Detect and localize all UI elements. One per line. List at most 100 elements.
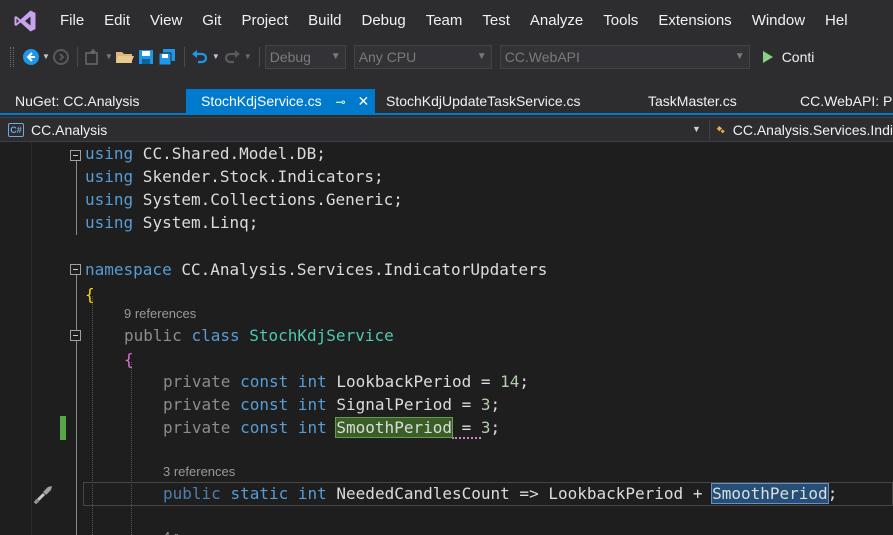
property-name: NeededCandlesCount	[336, 484, 510, 503]
brace: {	[85, 285, 95, 304]
visual-studio-logo-icon[interactable]	[0, 0, 50, 41]
change-tracking-bar	[60, 416, 66, 440]
tab-stochkdjupdatetaskservice[interactable]: StochKdjUpdateTaskService.cs	[371, 89, 581, 113]
menu-tools[interactable]: Tools	[593, 0, 648, 41]
menu-test[interactable]: Test	[472, 0, 520, 41]
redo-icon	[222, 45, 242, 69]
collapse-usings-icon[interactable]	[70, 150, 81, 161]
configuration-select[interactable]: Debug ▼	[264, 44, 346, 69]
menu-edit[interactable]: Edit	[94, 0, 140, 41]
type-name: CC.Analysis.Services.Indi	[732, 122, 893, 138]
operator: =>	[509, 484, 549, 503]
code-line-using: using CC.Shared.Model.DB;	[85, 142, 326, 165]
toolbar-separator	[183, 46, 185, 67]
keyword: namespace	[85, 260, 172, 279]
keyword: using	[85, 167, 134, 186]
code-line-brace: {	[85, 283, 95, 306]
keyword: static int	[230, 484, 337, 503]
codelens-references[interactable]: 4 r	[163, 528, 178, 535]
save-all-icon[interactable]	[157, 45, 177, 69]
chevron-down-icon[interactable]: ▼	[212, 45, 220, 69]
platform-select[interactable]: Any CPU ▼	[353, 44, 492, 69]
selected-identifier: SmoothPeriod	[711, 483, 829, 504]
code-line-class: public class StochKdjService	[124, 324, 394, 347]
tab-label: TaskMaster.cs	[648, 93, 737, 109]
keyword: using	[85, 213, 134, 232]
menu-build[interactable]: Build	[298, 0, 351, 41]
save-icon[interactable]	[137, 45, 155, 69]
screwdriver-quick-actions-icon[interactable]	[32, 482, 56, 506]
keyword: const int	[240, 418, 337, 437]
tab-stochkdjservice[interactable]: StochKdjService.cs ⊸ ✕	[186, 89, 376, 114]
close-icon[interactable]: ✕	[357, 89, 369, 113]
keyword: using	[85, 190, 134, 209]
code-line-field: private const int SmoothPeriod = 3;	[163, 416, 500, 439]
menu-debug[interactable]: Debug	[352, 0, 416, 41]
menu-team[interactable]: Team	[416, 0, 473, 41]
menu-view[interactable]: View	[140, 0, 192, 41]
codelens-class-references[interactable]: 9 references	[124, 305, 196, 323]
startup-project-value: CC.WebAPI	[504, 48, 580, 65]
menu-help[interactable]: Hel	[815, 0, 858, 41]
chevron-down-icon: ▼	[243, 52, 252, 61]
menu-git[interactable]: Git	[192, 0, 231, 41]
outline-line	[76, 275, 77, 330]
code-editor[interactable]: using CC.Shared.Model.DB; using Skender.…	[0, 142, 893, 535]
namespace-name: CC.Shared.Model.DB;	[133, 144, 326, 163]
outline-line	[76, 161, 77, 235]
csharp-project-icon: C#	[8, 123, 24, 137]
code-line-using: using System.Collections.Generic;	[85, 188, 403, 211]
open-folder-icon[interactable]	[115, 45, 135, 69]
punctuation: ;	[519, 372, 530, 391]
tab-cc-webapi[interactable]: CC.WebAPI: Pu	[785, 89, 893, 113]
operator: =	[451, 395, 481, 414]
identifier: LookbackPeriod	[548, 484, 684, 503]
play-icon	[762, 50, 773, 63]
class-name: StochKdjService	[249, 326, 394, 345]
type-dropdown[interactable]: CC.Analysis.Services.Indi	[709, 120, 893, 140]
navigation-bar: C# CC.Analysis ▼ CC.Analysis.Services.In…	[0, 117, 893, 142]
keyword: const int	[240, 372, 337, 391]
namespace-name: CC.Analysis.Services.IndicatorUpdaters	[171, 260, 548, 279]
collapse-class-icon[interactable]	[70, 330, 81, 341]
number-literal: 3	[480, 395, 491, 414]
undo-icon[interactable]	[190, 45, 210, 69]
menu-file[interactable]: File	[50, 0, 94, 41]
number-literal: 14	[500, 372, 520, 391]
toolbar-separator	[258, 46, 260, 67]
class-icon	[716, 125, 725, 134]
tab-label: CC.WebAPI: Pu	[800, 93, 893, 109]
new-project-icon[interactable]	[83, 45, 103, 69]
glyph-margin	[0, 142, 32, 535]
menu-project[interactable]: Project	[231, 0, 298, 41]
menu-window[interactable]: Window	[742, 0, 815, 41]
collapse-namespace-icon[interactable]	[70, 264, 81, 275]
chevron-down-icon[interactable]: ▼	[42, 45, 50, 69]
startup-project-select[interactable]: CC.WebAPI ▼	[499, 44, 750, 69]
keyword: class	[191, 326, 250, 345]
indent-guide	[131, 362, 132, 535]
toolbar-grip[interactable]	[10, 46, 14, 67]
code-line-using: using System.Linq;	[85, 211, 258, 234]
code-line-field: private const int SignalPeriod = 3;	[163, 393, 500, 416]
tab-label: StochKdjService.cs	[201, 93, 322, 109]
chevron-down-icon[interactable]: ▼	[692, 124, 701, 134]
operator: +	[683, 484, 713, 503]
code-line-namespace: namespace CC.Analysis.Services.Indicator…	[85, 258, 547, 281]
menu-analyze[interactable]: Analyze	[520, 0, 593, 41]
chevron-down-icon: ▼	[476, 51, 487, 62]
pin-icon[interactable]: ⊸	[336, 90, 346, 114]
tab-nuget-cc-analysis[interactable]: NuGet: CC.Analysis	[0, 89, 139, 113]
tab-taskmaster[interactable]: TaskMaster.cs	[633, 89, 737, 113]
chevron-down-icon: ▼	[734, 51, 745, 62]
chevron-down-icon[interactable]: ▼	[105, 45, 113, 69]
codelens-property-references[interactable]: 3 references	[163, 463, 235, 481]
project-name: CC.Analysis	[31, 122, 108, 138]
continue-button[interactable]: Conti	[762, 48, 815, 65]
navigate-back-icon[interactable]	[22, 45, 40, 69]
project-dropdown[interactable]: C# CC.Analysis	[8, 120, 706, 140]
code-line-using: using Skender.Stock.Indicators;	[85, 165, 384, 188]
modifier: private	[163, 418, 241, 437]
continue-label: Conti	[781, 48, 815, 65]
menu-extensions[interactable]: Extensions	[648, 0, 741, 41]
